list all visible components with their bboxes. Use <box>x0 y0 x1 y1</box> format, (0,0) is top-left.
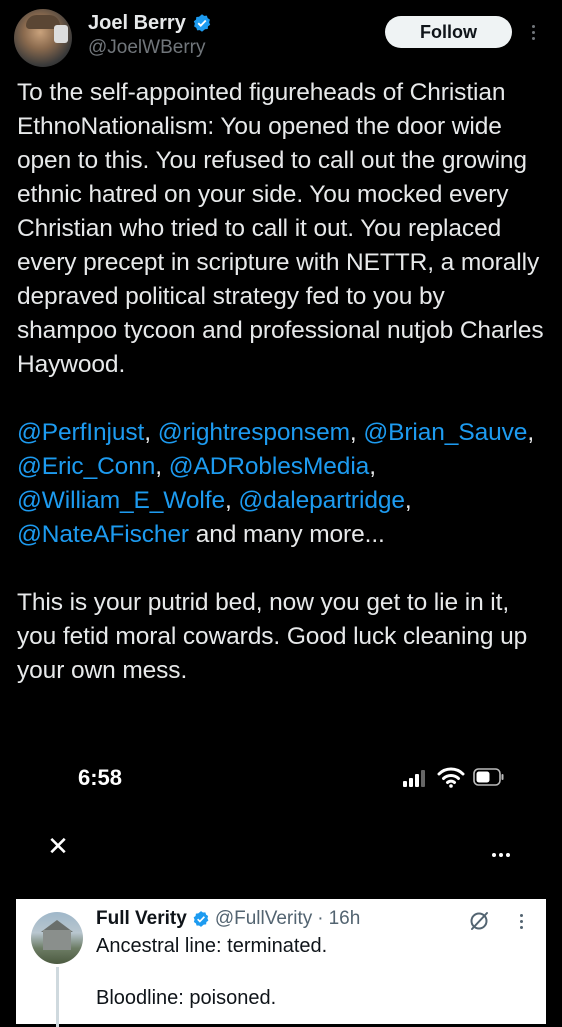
mention-separator: , <box>369 453 376 480</box>
mention-link[interactable]: @ADRoblesMedia <box>169 453 370 480</box>
quoted-post-card[interactable]: Full Verity @FullVerity · 16h Ancestral … <box>16 899 546 1027</box>
author-handle[interactable]: @JoelWBerry <box>88 37 205 59</box>
mention-separator: , <box>144 419 158 446</box>
quoted-author-row: Full Verity @FullVerity · 16h <box>96 908 360 930</box>
mention-link[interactable]: @William_E_Wolfe <box>17 487 225 514</box>
quoted-text-line-2: Bloodline: poisoned. <box>96 987 277 1009</box>
follow-button[interactable]: Follow <box>385 16 512 48</box>
quoted-text-line-1: Ancestral line: terminated. <box>96 935 328 957</box>
more-horizontal-icon[interactable] <box>492 844 520 857</box>
mention-separator: , <box>349 419 364 446</box>
battery-icon <box>473 768 504 786</box>
status-bar: 6:58 <box>0 760 562 796</box>
mention-link[interactable]: @dalepartridge <box>238 487 405 514</box>
mention-link[interactable]: @rightresponsem <box>158 419 350 446</box>
mention-link[interactable]: @NateAFischer <box>17 521 189 548</box>
quoted-author-handle[interactable]: @FullVerity <box>215 908 312 930</box>
thread-line <box>56 967 59 1027</box>
more-vertical-icon[interactable] <box>518 911 524 931</box>
close-icon[interactable]: ✕ <box>44 832 72 860</box>
mention-link[interactable]: @PerfInjust <box>17 419 144 446</box>
mention-separator: , <box>224 487 239 514</box>
mention-link[interactable]: @Brian_Sauve <box>363 419 527 446</box>
quoted-author-name[interactable]: Full Verity <box>96 908 187 930</box>
mention-separator: , <box>404 487 412 514</box>
post-header: Joel Berry @JoelWBerry Follow <box>0 0 562 75</box>
verified-badge-icon <box>193 911 209 927</box>
status-time: 6:58 <box>78 765 123 790</box>
verified-badge-icon <box>193 14 211 32</box>
post-paragraph-3: This is your putrid bed, now you get to … <box>17 589 528 684</box>
post-age[interactable]: 16h <box>329 908 361 930</box>
avatar-overlay-badge <box>54 25 68 43</box>
wifi-icon <box>437 767 465 788</box>
more-vertical-icon[interactable] <box>526 22 540 44</box>
post-paragraph-1: To the self-appointed figureheads of Chr… <box>17 79 544 378</box>
post-body: To the self-appointed figureheads of Chr… <box>17 76 547 688</box>
mention-link[interactable]: @Eric_Conn <box>17 453 155 480</box>
dot-separator: · <box>317 908 324 929</box>
quoted-author-avatar[interactable] <box>31 912 83 964</box>
author-avatar[interactable] <box>14 9 72 67</box>
mention-separator: , <box>527 419 535 446</box>
post-mentions-paragraph: @PerfInjust, @rightresponsem, @Brian_Sau… <box>17 416 547 552</box>
mentions-tail: and many more... <box>188 521 385 548</box>
cellular-signal-icon <box>403 769 431 787</box>
avatar-house <box>43 930 71 950</box>
author-name[interactable]: Joel Berry <box>88 12 186 35</box>
author-name-row: Joel Berry <box>88 11 212 35</box>
mention-separator: , <box>155 453 169 480</box>
grok-icon[interactable] <box>468 910 490 932</box>
